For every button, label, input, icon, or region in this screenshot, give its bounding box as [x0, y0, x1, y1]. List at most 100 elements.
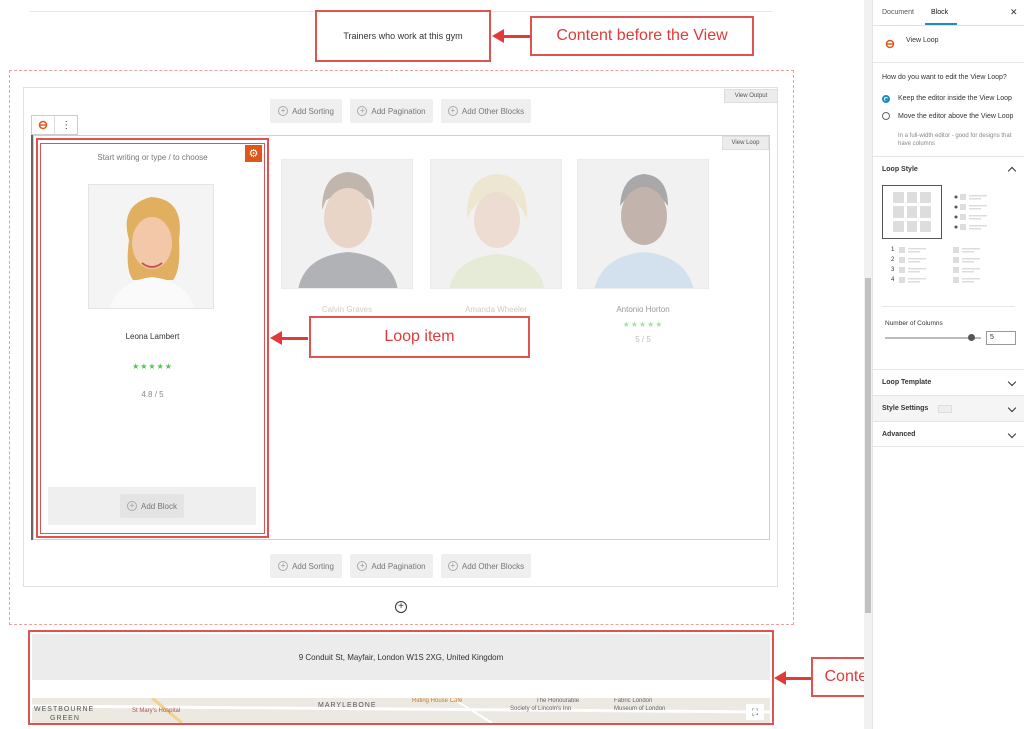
view-output-tag[interactable]: View Output: [724, 89, 778, 103]
option-move-above[interactable]: Move the editor above the View Loop: [898, 112, 1016, 121]
loop-settings-gear-icon[interactable]: ⚙: [245, 145, 262, 162]
address-text: 9 Conduit St, Mayfair, London W1S 2XG, U…: [298, 652, 504, 662]
more-options-icon[interactable]: ⋮: [55, 116, 77, 134]
map-label: GREEN: [50, 715, 80, 722]
insert-block-icon[interactable]: +: [395, 601, 407, 613]
trainer-photo: [577, 159, 709, 289]
add-sorting-label: Add Sorting: [292, 561, 334, 571]
plus-icon: +: [447, 106, 458, 116]
option-keep-inside[interactable]: Keep the editor inside the View Loop: [898, 95, 1022, 102]
map-embed[interactable]: WESTBOURNE GREEN St Mary's Hospital MARY…: [32, 698, 770, 723]
loop-style-table[interactable]: [953, 246, 993, 286]
arrow-loop-item: [270, 331, 308, 345]
grid-cell: [920, 206, 931, 218]
loop-item-placeholder[interactable]: Start writing or type / to choose: [60, 153, 245, 162]
block-toolbar: ⋮: [31, 115, 78, 135]
advanced-label: Advanced: [882, 430, 916, 438]
trainer-card: Calvin Graves: [281, 159, 413, 320]
add-pagination-label: Add Pagination: [371, 561, 426, 571]
advanced-header[interactable]: Advanced: [873, 421, 1024, 447]
trainer-card: Antonio Horton ★★★★★ 5 / 5: [577, 159, 709, 344]
plus-icon: +: [447, 561, 458, 571]
callout-loop-item: Loop item: [309, 316, 530, 358]
chevron-down-icon: [1007, 377, 1017, 387]
tab-block-underline: [925, 23, 957, 25]
add-other-blocks-button-bottom[interactable]: + Add Other Blocks: [441, 554, 531, 578]
view-loop-block-icon: [885, 36, 895, 54]
add-block-button[interactable]: + Add Block: [120, 494, 184, 518]
grid-cell: [893, 206, 904, 218]
add-other-label: Add Other Blocks: [461, 561, 525, 571]
columns-slider-track[interactable]: [885, 337, 981, 339]
map-label: Riding House Café: [412, 698, 463, 704]
leona-photo: [88, 184, 214, 309]
loop-style-bullets[interactable]: [953, 192, 991, 232]
content-before-text: Trainers who work at this gym: [343, 31, 463, 41]
plus-icon: +: [126, 501, 137, 511]
loop-style-header[interactable]: Loop Style: [873, 156, 1024, 182]
loop-item-rating: 4.8 / 5: [141, 390, 164, 399]
columns-label: Number of Columns: [885, 320, 943, 327]
plus-icon: +: [278, 561, 289, 571]
map-label: MARYLEBONE: [318, 702, 377, 709]
trainer-photo: [281, 159, 413, 289]
add-pagination-button-bottom[interactable]: + Add Pagination: [350, 554, 433, 578]
view-loop-tag[interactable]: View Loop: [722, 136, 769, 150]
close-icon[interactable]: ✕: [1010, 7, 1018, 18]
chevron-down-icon: [1007, 403, 1017, 413]
address-bar: 9 Conduit St, Mayfair, London W1S 2XG, U…: [32, 634, 770, 680]
add-pagination-button-top[interactable]: + Add Pagination: [350, 99, 433, 123]
trainer-name: Calvin Graves: [321, 305, 373, 314]
grid-cell: [906, 220, 918, 232]
add-block-label: Add Block: [140, 501, 178, 511]
callout-content-before: Content before the View: [530, 16, 754, 56]
loop-template-header[interactable]: Loop Template: [873, 369, 1024, 395]
divider: [882, 306, 1015, 307]
columns-input[interactable]: 5: [986, 331, 1016, 345]
add-other-label: Add Other Blocks: [461, 106, 525, 116]
radio-move-above[interactable]: [882, 112, 890, 120]
block-name: View Loop: [906, 37, 939, 44]
loop-style-label: Loop Style: [882, 166, 918, 173]
plus-icon: +: [357, 561, 368, 571]
arrow-before: [492, 29, 530, 43]
map-label: St Mary's Hospital: [132, 708, 181, 714]
style-preview-swatch: [938, 404, 953, 413]
map-label: The Honourable: [536, 698, 580, 704]
grid-cell: [906, 206, 918, 218]
columns-value: 5: [990, 334, 994, 341]
trainer-photo: [430, 159, 562, 289]
edit-question: How do you want to edit the View Loop?: [882, 74, 1007, 81]
divider: [873, 62, 1024, 63]
chevron-up-icon: [1007, 166, 1017, 176]
add-sorting-label: Add Sorting: [292, 106, 334, 116]
columns-slider-handle[interactable]: [967, 334, 975, 341]
map-label: Fabric London: [614, 698, 653, 704]
grid-cell: [893, 220, 904, 232]
trainer-name: Antonio Horton: [616, 305, 670, 314]
add-other-blocks-button-top[interactable]: + Add Other Blocks: [441, 99, 531, 123]
grid-cell: [893, 192, 904, 204]
add-sorting-button-top[interactable]: + Add Sorting: [270, 99, 342, 123]
map-label: Museum of London: [614, 706, 666, 712]
loop-item-name: Leona Lambert: [125, 332, 180, 341]
style-settings-header[interactable]: Style Settings: [873, 395, 1024, 421]
grid-cell: [906, 192, 918, 204]
plus-icon: +: [357, 106, 368, 116]
view-loop-block-icon[interactable]: [32, 116, 56, 134]
tab-block[interactable]: Block: [931, 9, 948, 16]
loop-template-label: Loop Template: [882, 379, 932, 386]
trainer-name: Amanda Wheeler: [465, 305, 527, 314]
radio-dot: [884, 97, 888, 101]
add-sorting-button-bottom[interactable]: + Add Sorting: [270, 554, 342, 578]
chevron-down-icon: [1007, 429, 1017, 439]
trainer-stars: ★★★★★: [622, 320, 664, 329]
loop-style-numbered[interactable]: 1 2 3 4: [891, 246, 941, 286]
editor-scrollbar-thumb[interactable]: [865, 278, 871, 613]
content-before-box: Trainers who work at this gym: [315, 10, 491, 62]
fullscreen-icon[interactable]: ⛶: [746, 704, 764, 720]
add-pagination-label: Add Pagination: [371, 106, 426, 116]
loop-style-grid[interactable]: [882, 185, 942, 239]
tab-document[interactable]: Document: [882, 9, 914, 16]
plus-icon: +: [278, 106, 289, 116]
